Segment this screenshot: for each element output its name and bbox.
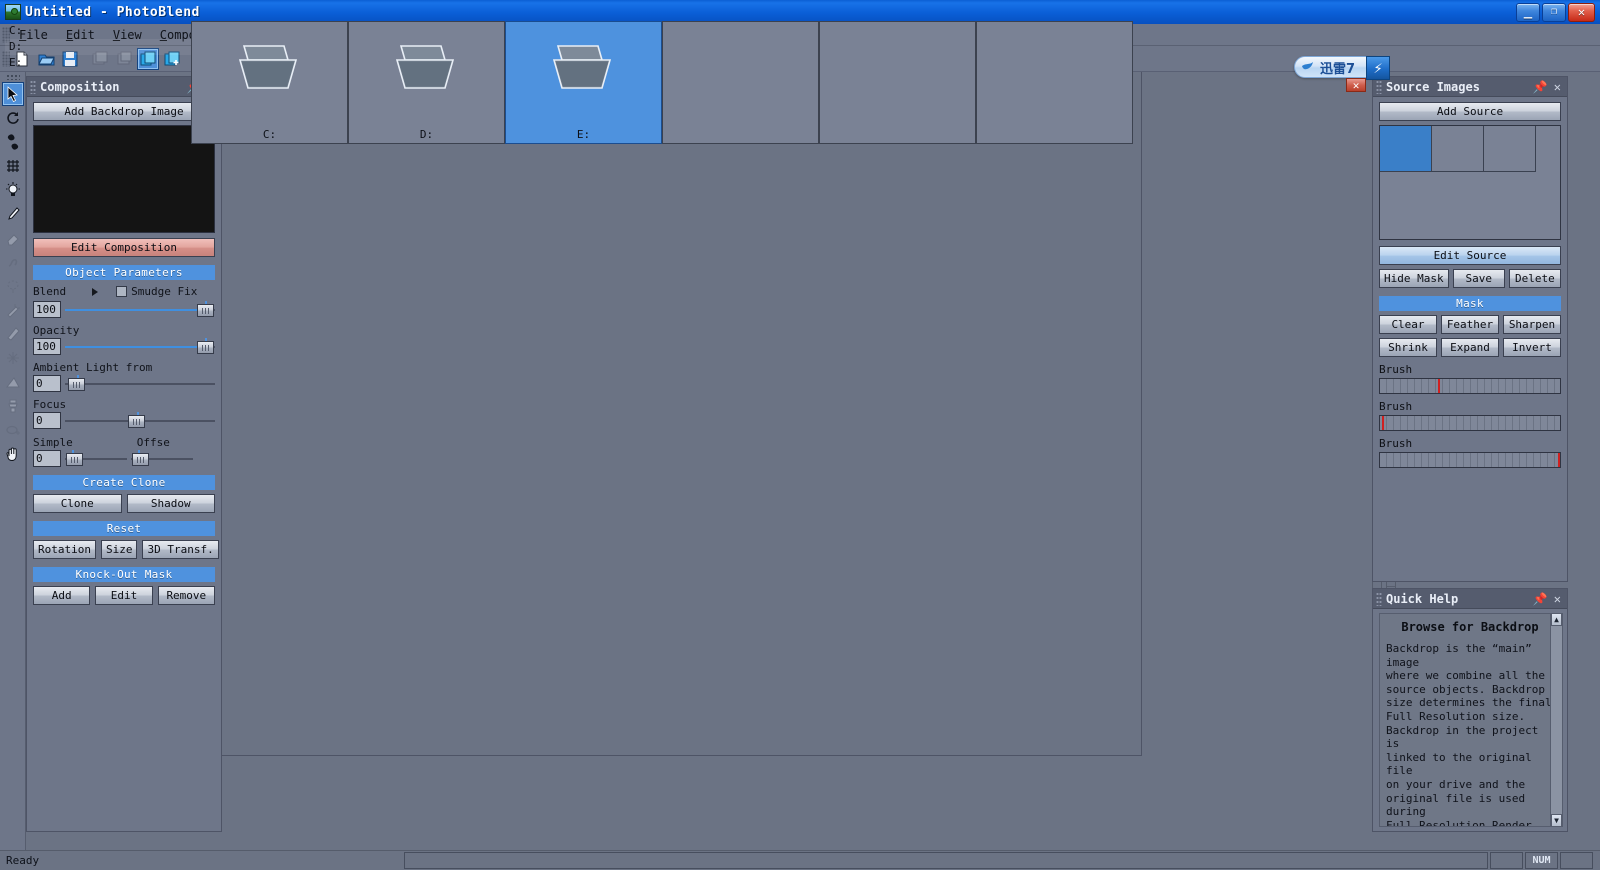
source-images-panel-header: Source Images 📌 ✕ xyxy=(1373,77,1567,97)
scroll-down-icon[interactable]: ▼ xyxy=(1551,814,1562,827)
brush-slider-1[interactable] xyxy=(1379,378,1561,394)
mask-feather-button[interactable]: Feather xyxy=(1441,315,1499,334)
brush-marker xyxy=(1558,453,1561,467)
folder-caption: C: xyxy=(262,128,277,141)
quick-help-panel-title: Quick Help xyxy=(1386,591,1459,606)
mask-invert-button[interactable]: Invert xyxy=(1503,338,1561,357)
brush-label-1: Brush xyxy=(1379,363,1413,376)
status-pane-2 xyxy=(1490,852,1523,869)
source-thumbnail-strip[interactable] xyxy=(1379,125,1561,240)
xunlei-label: 迅雷7 xyxy=(1320,61,1356,77)
quick-help-heading: Browse for Backdrop xyxy=(1401,620,1539,634)
save-mask-button[interactable]: Save xyxy=(1452,269,1505,288)
bird-icon xyxy=(1301,61,1317,73)
window-controls: _ ❐ ✕ xyxy=(1516,2,1598,22)
folder-thumbnail-empty-3[interactable] xyxy=(976,21,1133,144)
mask-header: Mask xyxy=(1379,296,1561,311)
folder-icon xyxy=(546,36,622,102)
minimize-icon: _ xyxy=(1523,2,1533,19)
folder-thumbnail-e[interactable]: E: xyxy=(505,21,662,144)
minimize-button[interactable]: _ xyxy=(1516,2,1540,22)
source-images-panel-body: Add Source Edit Source Hide Mask Save De… xyxy=(1373,97,1567,473)
drive-item-e[interactable]: E: xyxy=(5,55,191,71)
folder-caption: E: xyxy=(576,128,591,141)
browser-body: C: D: E: C: D: E: xyxy=(1,21,1141,753)
brush-slider-2[interactable] xyxy=(1379,415,1561,431)
add-source-button[interactable]: Add Source xyxy=(1379,102,1561,121)
status-message: Ready xyxy=(6,854,40,867)
source-thumbnail-3[interactable] xyxy=(1484,126,1536,172)
drive-tree: C: D: E: xyxy=(5,23,191,71)
mask-expand-button[interactable]: Expand xyxy=(1441,338,1499,357)
delete-mask-button[interactable]: Delete xyxy=(1508,269,1562,288)
window-title: Untitled - PhotoBlend xyxy=(25,4,200,20)
close-button[interactable]: ✕ xyxy=(1568,2,1595,22)
folder-thumbnail-empty-1[interactable] xyxy=(662,21,819,144)
num-lock-indicator: NUM xyxy=(1525,852,1558,869)
folder-icon xyxy=(389,36,465,102)
restore-button[interactable]: ❐ xyxy=(1542,2,1566,22)
drive-item-c[interactable]: C: xyxy=(5,23,191,39)
folder-caption: D: xyxy=(419,128,434,141)
quick-help-body: Browse for Backdrop Backdrop is the “mai… xyxy=(1373,609,1567,831)
drive-item-d[interactable]: D: xyxy=(5,39,191,55)
folder-thumbnail-d[interactable]: D: xyxy=(348,21,505,144)
brush-label-2: Brush xyxy=(1379,400,1413,413)
restore-icon: ❐ xyxy=(1550,6,1558,17)
close-icon[interactable]: ✕ xyxy=(1554,80,1561,94)
quick-help-content: Browse for Backdrop Backdrop is the “mai… xyxy=(1379,613,1561,827)
brush-label-3: Brush xyxy=(1379,437,1413,450)
mask-actions-row: Hide Mask Save Delete xyxy=(1379,269,1562,288)
hide-mask-button[interactable]: Hide Mask xyxy=(1379,269,1449,288)
mask-sharpen-button[interactable]: Sharpen xyxy=(1503,315,1561,334)
close-icon[interactable]: ✕ xyxy=(1554,592,1561,606)
source-thumbnail-2[interactable] xyxy=(1432,126,1484,172)
quick-help-scrollbar[interactable]: ▲ ▼ xyxy=(1550,613,1563,827)
mask-shrink-button[interactable]: Shrink xyxy=(1379,338,1437,357)
status-pane-1 xyxy=(404,852,1488,869)
panel-grip[interactable] xyxy=(1376,79,1382,94)
quick-help-text: Backdrop is the “main” image where we co… xyxy=(1386,642,1552,827)
xunlei-close-button[interactable]: ✕ xyxy=(1346,78,1366,92)
folder-thumbnail-empty-2[interactable] xyxy=(819,21,976,144)
status-bar: Ready NUM xyxy=(0,850,1600,870)
mask-edit-row-2: Shrink Expand Invert xyxy=(1379,338,1561,357)
mask-edit-row-1: Clear Feather Sharpen xyxy=(1379,315,1561,334)
panel-grip[interactable] xyxy=(1376,591,1382,606)
status-pane-3 xyxy=(1560,852,1593,869)
close-icon: ✕ xyxy=(1577,5,1586,19)
app-icon xyxy=(5,4,21,20)
quick-help-panel-header: Quick Help 📌 ✕ xyxy=(1373,589,1567,609)
lightning-bolt-icon[interactable]: ⚡ xyxy=(1366,56,1390,80)
backdrop-browser: Folder Up Load Manually C: D: E: C: xyxy=(0,0,1142,756)
pin-icon[interactable]: 📌 xyxy=(1533,592,1548,606)
folder-icon xyxy=(232,36,308,102)
brush-marker xyxy=(1437,379,1440,393)
brush-marker xyxy=(1381,416,1384,430)
quick-help-panel: Quick Help 📌 ✕ Browse for Backdrop Backd… xyxy=(1372,588,1568,832)
source-images-panel: Source Images 📌 ✕ Add Source Edit Source… xyxy=(1372,76,1568,582)
pin-icon[interactable]: 📌 xyxy=(1533,80,1548,94)
edit-source-button[interactable]: Edit Source xyxy=(1379,246,1561,265)
source-images-panel-title: Source Images xyxy=(1386,79,1480,94)
folder-thumbnail-grid: C: D: E: xyxy=(191,21,1141,144)
photoblend-window: Untitled - PhotoBlend _ ❐ ✕ FFileile Edi… xyxy=(0,0,1600,870)
folder-thumbnail-c[interactable]: C: xyxy=(191,21,348,144)
scroll-up-icon[interactable]: ▲ xyxy=(1551,613,1562,626)
brush-slider-3[interactable] xyxy=(1379,452,1561,468)
mask-clear-button[interactable]: Clear xyxy=(1379,315,1437,334)
source-thumbnail-1[interactable] xyxy=(1380,126,1432,172)
